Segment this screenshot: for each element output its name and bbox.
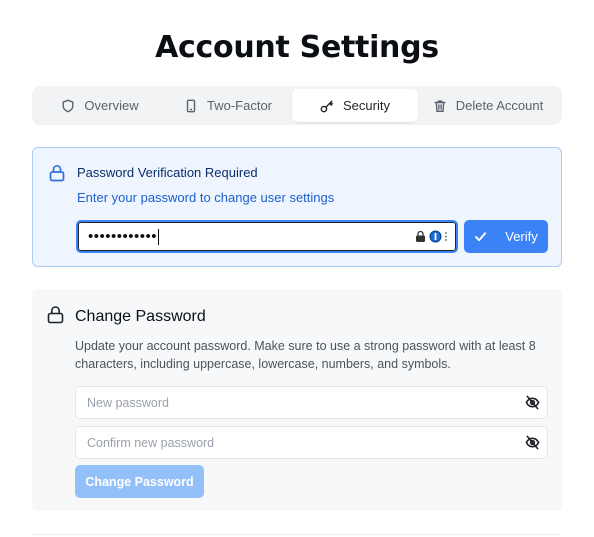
- tab-label: Delete Account: [455, 98, 544, 113]
- key-icon: [320, 99, 333, 112]
- verification-description: Enter your password to change user setti…: [77, 190, 335, 205]
- change-password-description: Update your account password. Make sure …: [75, 339, 536, 371]
- tab-delete-account[interactable]: Delete Account: [418, 89, 558, 122]
- tab-overview[interactable]: Overview: [36, 89, 164, 122]
- verify-button-label: Verify: [505, 229, 538, 244]
- confirm-password-placeholder: Confirm new password: [87, 436, 215, 450]
- change-password-card: Change Password Update your account pass…: [32, 289, 562, 511]
- divider: [32, 534, 562, 535]
- smartphone-icon: [186, 99, 196, 112]
- tab-label: Two-Factor: [206, 98, 272, 113]
- eye-off-icon[interactable]: [525, 435, 540, 450]
- tab-label: Overview: [84, 98, 139, 113]
- lock-icon: [49, 164, 65, 182]
- tab-two-factor[interactable]: Two-Factor: [164, 89, 292, 122]
- change-password-title: Change Password: [75, 308, 206, 325]
- new-password-field[interactable]: New password: [75, 386, 548, 419]
- confirm-password-field[interactable]: Confirm new password: [75, 426, 548, 459]
- new-password-placeholder: New password: [87, 396, 169, 410]
- page-title: Account Settings: [155, 30, 439, 65]
- verification-title: Password Verification Required: [77, 165, 258, 180]
- change-password-button[interactable]: Change Password: [75, 465, 204, 498]
- password-value: ••••••••••••: [88, 228, 160, 246]
- tab-label: Security: [343, 98, 390, 113]
- password-verification-card: Password Verification Required Enter you…: [32, 147, 562, 267]
- lock-icon: [47, 305, 64, 324]
- verify-button[interactable]: Verify: [464, 220, 548, 253]
- trash-icon: [434, 99, 446, 112]
- tab-security[interactable]: Security: [292, 89, 418, 122]
- check-icon: [475, 232, 487, 242]
- password-manager-icon[interactable]: [414, 230, 448, 243]
- shield-icon: [62, 99, 74, 112]
- current-password-input[interactable]: ••••••••••••: [76, 220, 458, 253]
- settings-tabs: Overview Two-Factor Security Delete Acco…: [32, 86, 562, 125]
- eye-off-icon[interactable]: [525, 395, 540, 410]
